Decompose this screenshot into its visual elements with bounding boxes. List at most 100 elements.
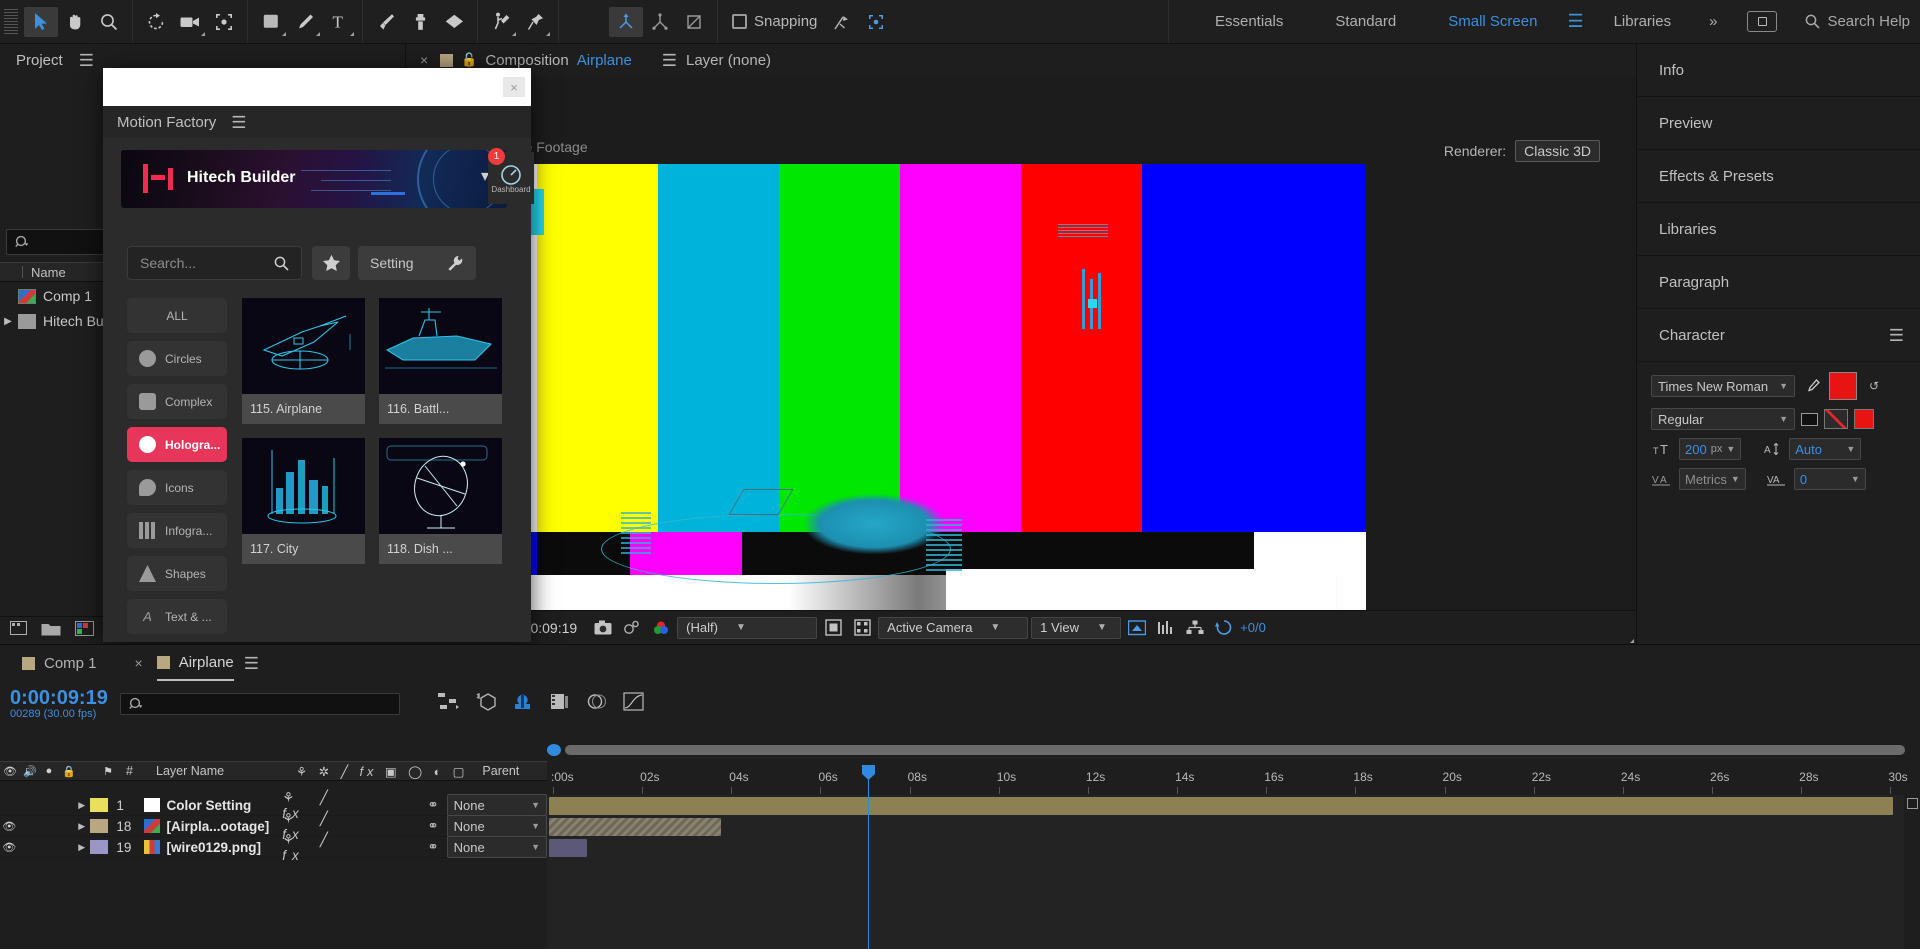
enable-frame-blending-icon[interactable]: [549, 692, 570, 716]
timeline-playhead-line[interactable]: [868, 795, 869, 949]
channel-rgb-icon[interactable]: [648, 616, 1634, 643]
view-axis-mode[interactable]: [677, 7, 711, 37]
snapping-vertex-icon[interactable]: [825, 7, 859, 37]
brush-tool[interactable]: [369, 7, 403, 37]
template-card[interactable]: 118. Dish ...: [379, 438, 502, 564]
layer-bar-wire-png[interactable]: [549, 839, 587, 857]
search-help[interactable]: Search Help: [1805, 13, 1910, 30]
parent-select[interactable]: None ▼: [446, 815, 547, 837]
category-text[interactable]: A Text & ...: [127, 599, 227, 634]
resolution-select[interactable]: (Half) ▼: [677, 616, 818, 639]
workspace-small-screen[interactable]: Small Screen: [1422, 13, 1563, 30]
kerning-input[interactable]: Metrics ▼: [1679, 468, 1746, 490]
layer-name[interactable]: [wire0129.png]: [167, 840, 283, 855]
motion-factory-banner[interactable]: Hitech Builder: [121, 150, 507, 208]
category-icons[interactable]: Icons: [127, 470, 227, 505]
layer-visibility-toggle[interactable]: 👁: [0, 820, 18, 833]
parent-pick-whip-icon[interactable]: ⚭: [427, 839, 438, 855]
eyedropper-icon[interactable]: [1801, 376, 1823, 396]
fill-color-swatch[interactable]: [1829, 372, 1857, 400]
toolbar-grip[interactable]: [4, 8, 18, 35]
show-snapshot-icon[interactable]: [619, 616, 645, 640]
clone-stamp-tool[interactable]: [403, 7, 437, 37]
panel-character[interactable]: Character ☰: [1637, 309, 1920, 362]
snapping-bounds-icon[interactable]: [859, 7, 893, 37]
category-circles[interactable]: Circles: [127, 341, 227, 376]
motion-blur-icon[interactable]: [586, 692, 607, 716]
expand-triangle-icon[interactable]: ▶: [73, 821, 90, 832]
camera-select[interactable]: Active Camera ▼: [878, 616, 1029, 639]
view-count-select[interactable]: 1 View ▼: [1031, 616, 1122, 639]
zoom-tool[interactable]: [92, 7, 126, 37]
layer-name[interactable]: [Airpla...ootage]: [167, 819, 283, 834]
parent-select[interactable]: None ▼: [446, 836, 547, 858]
motion-factory-menu-icon[interactable]: ☰: [231, 114, 246, 131]
timeline-playhead-handle[interactable]: [862, 765, 875, 780]
comp-button-icon[interactable]: [1906, 798, 1918, 809]
timeline-scroll-knob[interactable]: [547, 744, 561, 756]
template-card[interactable]: 116. Battl...: [379, 298, 502, 424]
project-menu-icon[interactable]: ☰: [79, 52, 94, 69]
category-shapes[interactable]: Shapes: [127, 556, 227, 591]
project-search-input[interactable]: [6, 229, 106, 255]
character-menu-icon[interactable]: ☰: [1889, 327, 1904, 344]
timeline-track-area[interactable]: [547, 795, 1920, 949]
world-axis-mode[interactable]: [643, 7, 677, 37]
pan-behind-tool[interactable]: [207, 7, 241, 37]
composition-tab-name[interactable]: Airplane: [577, 52, 632, 69]
comp-flowchart-icon[interactable]: [1182, 616, 1208, 640]
table-row[interactable]: 👁 ▶ 18 [Airpla...ootage] ⚘ ╱ fx ⚭ None ▼: [0, 811, 547, 842]
workspace-standard[interactable]: Standard: [1309, 13, 1422, 30]
timeline-horizontal-scrollbar[interactable]: [565, 745, 1905, 755]
shape-tool[interactable]: [254, 7, 288, 37]
expand-triangle-icon[interactable]: ▶: [73, 842, 90, 853]
rotation-tool[interactable]: [139, 7, 173, 37]
timeline-tab-comp1[interactable]: Comp 1: [22, 645, 97, 681]
layer-switches[interactable]: ⚘ ╱ fx: [282, 832, 359, 863]
panel-effects-presets[interactable]: Effects & Presets: [1637, 150, 1920, 203]
lock-icon[interactable]: 🔓: [461, 52, 477, 68]
no-fill-icon[interactable]: [1824, 409, 1848, 429]
composition-mini-flowchart-icon[interactable]: [437, 692, 459, 716]
fill-preset-icon[interactable]: [1854, 409, 1874, 429]
reset-exposure-icon[interactable]: [1211, 616, 1237, 640]
workspace-essentials[interactable]: Essentials: [1189, 13, 1309, 30]
roto-brush-tool[interactable]: [484, 7, 518, 37]
timeline-toggle-icon[interactable]: [1153, 616, 1179, 640]
layer-name[interactable]: Color Setting: [167, 798, 283, 813]
panel-paragraph[interactable]: Paragraph: [1637, 256, 1920, 309]
template-card[interactable]: 115. Airplane: [242, 298, 365, 424]
tracking-input[interactable]: 0 ▼: [1793, 468, 1866, 490]
font-style-select[interactable]: Regular ▼: [1651, 408, 1795, 430]
project-settings-icon[interactable]: [75, 620, 94, 641]
font-size-input[interactable]: 200 px ▼: [1679, 438, 1742, 460]
hand-tool[interactable]: [58, 7, 92, 37]
type-tool[interactable]: T: [322, 7, 356, 37]
panel-libraries[interactable]: Libraries: [1637, 203, 1920, 256]
project-panel-title[interactable]: Project: [16, 52, 63, 69]
snapping-checkbox[interactable]: [732, 14, 747, 29]
stroke-color-swatch[interactable]: [1801, 412, 1818, 426]
layer-bar-color-setting[interactable]: [549, 797, 1893, 815]
panel-preview[interactable]: Preview: [1637, 97, 1920, 150]
category-complex[interactable]: Complex: [127, 384, 227, 419]
timeline-ruler[interactable]: :00s 02s 04s 06s 08s 10s 12s 14s 16s 18s 20s 22s 24s…: [547, 761, 1920, 795]
leading-input[interactable]: Auto ▼: [1789, 438, 1862, 460]
exposure-offset-value[interactable]: +0/0: [1240, 620, 1266, 635]
toggle-transparency-grid-icon[interactable]: [849, 616, 875, 640]
workspace-menu-icon[interactable]: ☰: [1563, 11, 1587, 32]
composition-menu-icon[interactable]: ☰: [662, 52, 677, 69]
favorites-button[interactable]: [312, 246, 350, 280]
setting-button[interactable]: Setting: [358, 246, 476, 280]
table-row[interactable]: ▶ 1 Color Setting ⚘ ╱ fx ⚭ None ▼: [0, 790, 547, 821]
timeline-menu-icon[interactable]: ☰: [244, 655, 259, 672]
timeline-tab-airplane[interactable]: Airplane: [156, 645, 234, 681]
selection-tool[interactable]: [24, 6, 58, 37]
new-comp-icon[interactable]: [10, 621, 27, 640]
layer-color-swatch[interactable]: [89, 798, 109, 812]
composition-canvas[interactable]: ender: [406, 114, 1636, 654]
eraser-tool[interactable]: [437, 7, 471, 37]
dashboard-button[interactable]: 1 Dashboard: [488, 148, 534, 204]
workspace-overflow-icon[interactable]: »: [1697, 13, 1729, 30]
parent-select[interactable]: None ▼: [446, 794, 547, 816]
